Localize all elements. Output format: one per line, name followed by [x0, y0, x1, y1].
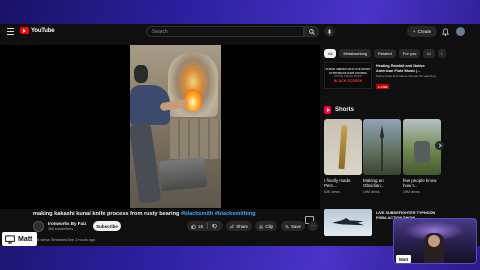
streamer-name: Matt — [18, 235, 33, 243]
chip-all[interactable]: All — [324, 49, 337, 58]
live-badge-label: LIVE — [380, 84, 388, 89]
masthead: YouTube Search + Create — [0, 24, 480, 40]
anvil-image — [158, 156, 208, 192]
recommended-video-thumbnail[interactable] — [324, 209, 372, 236]
live-badge: ● LIVE — [376, 84, 390, 89]
save-playlist-icon — [285, 224, 289, 228]
shorts-header: Shorts — [324, 106, 354, 114]
share-icon — [230, 223, 235, 228]
obsidian-spear-image — [380, 125, 384, 171]
more-actions-button[interactable]: ⋯ — [308, 221, 318, 231]
search-icon — [308, 28, 315, 35]
clip-label: Clip — [265, 223, 273, 229]
thumbnail-black-screen-text: BLACK SCREEN — [333, 78, 363, 83]
short-title[interactable]: few people know how t... — [403, 178, 441, 188]
chip-metalworking[interactable]: Metalworking — [339, 49, 372, 58]
thumbs-down-icon[interactable] — [212, 223, 217, 229]
live-video-meta: Native Flute and Nature Sounds 66 watchi… — [376, 74, 436, 78]
short-item[interactable]: few people know how t... 19M views — [403, 119, 441, 194]
channel-name[interactable]: Ironworks By Faiz — [48, 221, 87, 226]
worker-leg-image — [130, 121, 162, 205]
video-title: making kakashi kunai knife process from … — [33, 211, 256, 217]
thumbs-up-icon — [191, 223, 196, 229]
short-item[interactable]: Making an Obsidian... 19M views — [363, 119, 401, 194]
like-count: 18 — [198, 223, 203, 229]
hamburger-menu-icon[interactable] — [7, 28, 14, 35]
channel-avatar[interactable] — [33, 221, 44, 232]
subscriber-count: 36k subscribers — [48, 227, 74, 231]
webcam-name-label: Matt — [396, 255, 412, 263]
microphone-icon — [327, 28, 332, 35]
stone-wall-image — [170, 119, 221, 159]
account-avatar[interactable] — [456, 27, 465, 36]
streamer-face-image — [428, 235, 440, 247]
thumbnail-subline: NATIVE & BLUE SPIRIT — [333, 74, 363, 78]
scissors-icon — [259, 224, 264, 229]
short-views: 19M views — [363, 190, 380, 195]
plus-icon: + — [412, 29, 416, 34]
save-label: Save — [290, 223, 301, 229]
video-player[interactable] — [0, 45, 320, 224]
share-button[interactable]: Share — [226, 221, 252, 231]
like-divider — [206, 223, 208, 229]
create-button[interactable]: + Create — [407, 26, 437, 37]
voice-search-button[interactable] — [324, 26, 335, 37]
video-hashtags[interactable]: #blacksmith #blacksmithing — [181, 211, 256, 217]
streamer-name-tag: Matt — [2, 232, 38, 246]
video-title-text: making kakashi kunai knife process from … — [33, 211, 181, 217]
youtube-window: YouTube Search + Create making kakashi k… — [0, 24, 480, 246]
short-views: 19M views — [403, 190, 420, 195]
webcam-overlay: Matt — [393, 218, 477, 264]
short-views: 83K views — [324, 190, 340, 195]
channel-row: Ironworks By Faiz 36k subscribers Subscr… — [33, 220, 323, 234]
shorts-icon — [324, 106, 331, 114]
worker-head-image — [134, 65, 148, 83]
notifications-bell-icon[interactable] — [441, 27, 450, 36]
search-input[interactable]: Search — [146, 26, 304, 37]
clip-button[interactable]: Clip — [255, 221, 277, 231]
subscribe-button[interactable]: Subscribe — [93, 221, 121, 231]
short-title[interactable]: I finally made Perc... — [324, 178, 362, 188]
views-and-date: 258 views Streamed live 2 hours ago — [33, 238, 96, 242]
short-item[interactable]: I finally made Perc... 83K views — [324, 119, 362, 194]
chip-live[interactable]: Li — [423, 49, 435, 58]
logo-text: YouTube — [31, 27, 55, 34]
youtube-play-icon — [20, 27, 29, 34]
youtube-logo[interactable]: YouTube — [20, 27, 55, 34]
monitor-icon — [5, 234, 15, 244]
short-thumbnail[interactable] — [363, 119, 401, 175]
knife-image — [338, 124, 348, 170]
like-button[interactable]: 18 — [187, 221, 223, 231]
live-video-title[interactable]: Healing Rainfall and Native American Flu… — [376, 64, 436, 73]
jet-image — [332, 218, 364, 226]
short-title[interactable]: Making an Obsidian... — [363, 178, 401, 188]
search-button[interactable] — [304, 26, 319, 37]
short-thumbnail[interactable] — [324, 119, 362, 175]
create-label: Create — [417, 29, 432, 34]
live-video-thumbnail[interactable]: SUPER AMERICAN FLUTE MUSIC SYNTHWAVE RAI… — [324, 62, 372, 89]
video-frame — [130, 45, 221, 208]
chip-related[interactable]: Related — [374, 49, 396, 58]
live-signal-icon: ● — [378, 84, 380, 89]
chips-next-chevron-icon[interactable]: › — [437, 49, 446, 58]
share-label: Share — [236, 223, 248, 229]
jar-image — [414, 141, 430, 163]
shorts-label: Shorts — [335, 107, 355, 113]
more-horizontal-icon: ⋯ — [310, 223, 316, 228]
save-button[interactable]: Save — [281, 221, 305, 231]
shorts-next-chevron-icon[interactable] — [435, 141, 444, 150]
chip-for-you[interactable]: For you — [398, 49, 421, 58]
filter-chips: All Metalworking Related For you Li › — [324, 49, 446, 59]
